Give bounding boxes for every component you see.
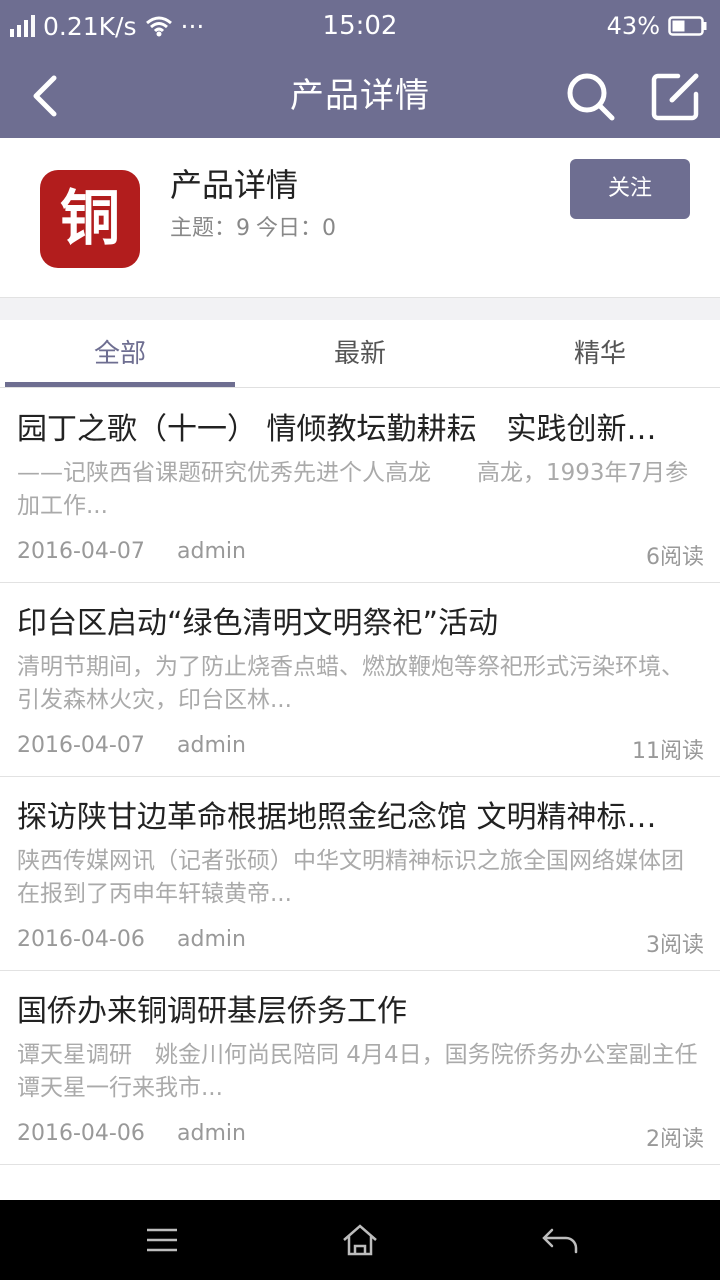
post-date: 2016-04-06 bbox=[17, 927, 145, 952]
home-icon[interactable] bbox=[340, 1220, 380, 1260]
post-summary: ——记陕西省课题研究优秀先进个人高龙 高龙，1993年7月参加工作... bbox=[17, 460, 689, 519]
post-views: 2阅读 bbox=[646, 1127, 704, 1152]
follow-button[interactable]: 关注 bbox=[570, 159, 690, 219]
post-summary: 陕西传媒网讯（记者张硕）中华文明精神标识之旅全国网络媒体团在报到了丙申年轩辕黄帝… bbox=[17, 848, 684, 907]
post-meta: 2016-04-07 admin 6阅读 bbox=[17, 539, 704, 571]
post-list: 园丁之歌（十一） 情倾教坛勤耕耘 实践创新… ——记陕西省课题研究优秀先进个人高… bbox=[0, 389, 720, 1200]
post-views: 6阅读 bbox=[646, 545, 704, 570]
battery-icon bbox=[668, 16, 707, 36]
post-author: admin bbox=[177, 1121, 246, 1146]
post-views: 11阅读 bbox=[632, 739, 704, 764]
forum-header: 铜 产品详情 主题：9 今日：0 关注 bbox=[0, 138, 720, 298]
tab-label: 最新 bbox=[333, 339, 386, 369]
list-item[interactable]: 印台区启动“绿色清明文明祭祀”活动 清明节期间，为了防止烧香点蜡、燃放鞭炮等祭祀… bbox=[0, 583, 720, 777]
post-views: 3阅读 bbox=[646, 933, 704, 958]
post-title: 探访陕甘边革命根据地照金纪念馆 文明精神标… bbox=[17, 800, 657, 835]
post-summary: 清明节期间，为了防止烧香点蜡、燃放鞭炮等祭祀形式污染环境、引发森林火灾，印台区林… bbox=[17, 654, 684, 713]
tab-label: 精华 bbox=[573, 339, 626, 369]
tab-featured[interactable]: 精华 bbox=[480, 320, 720, 387]
top-nav-bar: 产品详情 bbox=[0, 54, 720, 138]
menu-icon[interactable] bbox=[142, 1220, 182, 1260]
status-right: 43% bbox=[607, 8, 708, 44]
forum-stats: 主题：9 今日：0 bbox=[170, 210, 336, 242]
post-date: 2016-04-06 bbox=[17, 1121, 145, 1146]
tab-bar: 全部 最新 精华 bbox=[0, 320, 720, 388]
post-title: 国侨办来铜调研基层侨务工作 bbox=[17, 994, 407, 1029]
tab-all[interactable]: 全部 bbox=[0, 320, 240, 387]
post-author: admin bbox=[177, 927, 246, 952]
forum-name: 产品详情 bbox=[170, 166, 299, 204]
tab-indicator bbox=[5, 382, 235, 387]
tab-label: 全部 bbox=[93, 339, 146, 369]
tab-latest[interactable]: 最新 bbox=[240, 320, 480, 387]
search-icon[interactable] bbox=[562, 68, 618, 124]
post-author: admin bbox=[177, 733, 246, 758]
forum-logo: 铜 bbox=[40, 170, 140, 268]
list-item[interactable]: 国侨办来铜调研基层侨务工作 谭天星调研 姚金川何尚民陪同 4月4日，国务院侨务办… bbox=[0, 971, 720, 1165]
post-meta: 2016-04-07 admin 11阅读 bbox=[17, 733, 704, 765]
post-date: 2016-04-07 bbox=[17, 733, 145, 758]
list-item[interactable]: 探访陕甘边革命根据地照金纪念馆 文明精神标… 陕西传媒网讯（记者张硕）中华文明精… bbox=[0, 777, 720, 971]
system-nav-bar bbox=[0, 1200, 720, 1280]
list-item[interactable]: 园丁之歌（十一） 情倾教坛勤耕耘 实践创新… ——记陕西省课题研究优秀先进个人高… bbox=[0, 389, 720, 583]
back-arrow-icon[interactable] bbox=[540, 1220, 580, 1260]
status-bar: 0.21K/s ··· 15:02 43% bbox=[0, 0, 720, 54]
post-title: 印台区启动“绿色清明文明祭祀”活动 bbox=[17, 606, 499, 641]
post-meta: 2016-04-06 admin 2阅读 bbox=[17, 1121, 704, 1153]
topics-count: 主题：9 bbox=[170, 216, 250, 241]
post-title: 园丁之歌（十一） 情倾教坛勤耕耘 实践创新… bbox=[17, 412, 657, 447]
post-author: admin bbox=[177, 539, 246, 564]
post-meta: 2016-04-06 admin 3阅读 bbox=[17, 927, 704, 959]
section-divider bbox=[0, 298, 720, 320]
battery-percent: 43% bbox=[606, 12, 660, 40]
post-summary: 谭天星调研 姚金川何尚民陪同 4月4日，国务院侨务办公室副主任谭天星一行来我市.… bbox=[17, 1042, 698, 1101]
post-date: 2016-04-07 bbox=[17, 539, 145, 564]
today-count: 今日：0 bbox=[256, 216, 336, 241]
edit-icon[interactable] bbox=[648, 68, 704, 124]
